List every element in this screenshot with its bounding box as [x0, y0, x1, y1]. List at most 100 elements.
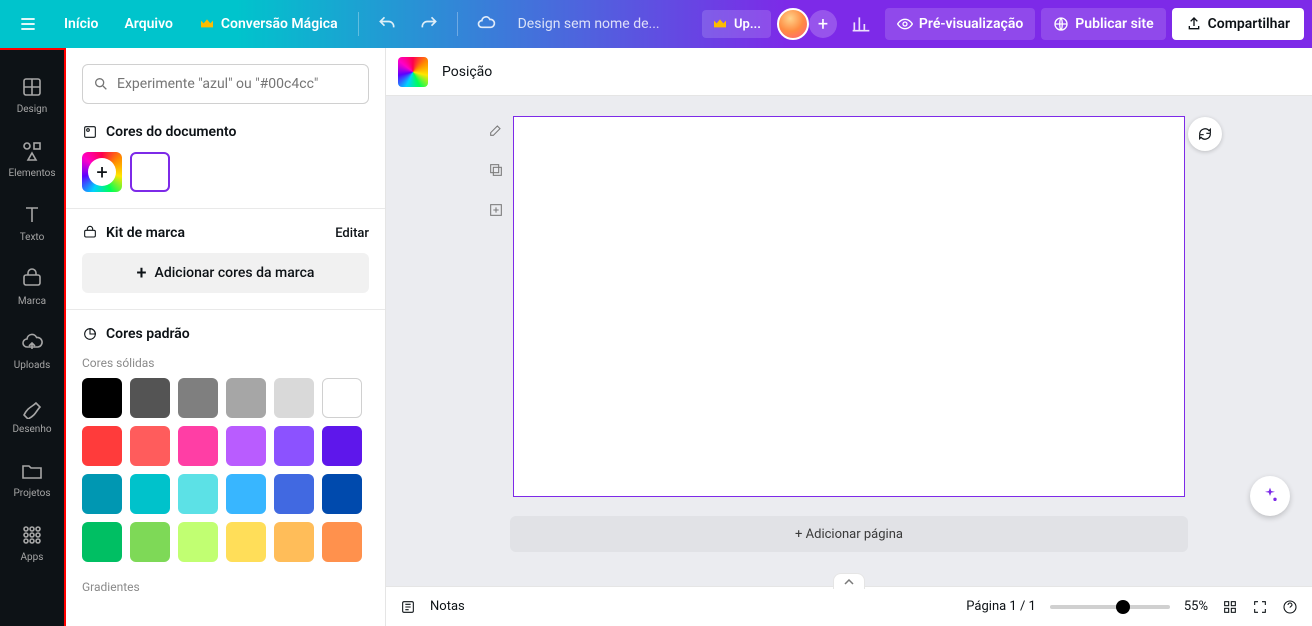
- cloud-sync-icon[interactable]: [468, 6, 504, 42]
- color-swatch[interactable]: [178, 378, 218, 418]
- color-swatch[interactable]: [274, 522, 314, 562]
- publish-button[interactable]: Publicar site: [1041, 8, 1165, 40]
- color-swatch[interactable]: [322, 474, 362, 514]
- divider: [457, 12, 458, 36]
- fullscreen-icon[interactable]: [1252, 599, 1268, 615]
- magic-convert-button[interactable]: Conversão Mágica: [189, 16, 348, 32]
- rail-label: Marca: [18, 296, 46, 307]
- color-swatch[interactable]: [322, 426, 362, 466]
- color-swatch[interactable]: [178, 426, 218, 466]
- expand-footer-icon[interactable]: [833, 573, 865, 589]
- color-swatch[interactable]: [274, 426, 314, 466]
- add-brand-colors-button[interactable]: + Adicionar cores da marca: [82, 253, 369, 293]
- brand-kit-header: Kit de marca: [82, 225, 185, 241]
- rail-label: Apps: [21, 552, 44, 563]
- color-swatch[interactable]: [82, 522, 122, 562]
- regenerate-button[interactable]: [1188, 117, 1222, 151]
- zoom-slider[interactable]: [1050, 605, 1170, 609]
- color-picker-chip[interactable]: [398, 57, 428, 87]
- rail-projects[interactable]: Projetos: [2, 448, 62, 510]
- color-swatch[interactable]: [226, 522, 266, 562]
- add-member-button[interactable]: +: [809, 10, 837, 38]
- canvas-area[interactable]: + Adicionar página: [386, 96, 1312, 586]
- color-swatch[interactable]: [82, 378, 122, 418]
- color-swatch[interactable]: [322, 522, 362, 562]
- notes-button[interactable]: Notas: [430, 599, 465, 614]
- help-icon[interactable]: [1282, 599, 1298, 615]
- share-button[interactable]: Compartilhar: [1172, 8, 1304, 40]
- add-color-swatch[interactable]: +: [82, 152, 122, 192]
- canvas-page[interactable]: [513, 116, 1185, 497]
- rail-text[interactable]: Texto: [2, 192, 62, 254]
- file-menu[interactable]: Arquivo: [114, 16, 182, 32]
- color-swatch[interactable]: [130, 426, 170, 466]
- gradients-label: Gradientes: [82, 580, 369, 594]
- rail-draw[interactable]: Desenho: [2, 384, 62, 446]
- upgrade-label: Up...: [734, 17, 761, 32]
- rail-uploads[interactable]: Uploads: [2, 320, 62, 382]
- add-tool-icon[interactable]: [482, 196, 510, 224]
- position-button[interactable]: Posição: [442, 64, 492, 80]
- section-label: Kit de marca: [106, 225, 185, 241]
- home-link[interactable]: Início: [54, 16, 108, 32]
- doc-colors-header: Cores do documento: [82, 124, 369, 140]
- rail-label: Uploads: [14, 360, 50, 371]
- zoom-value[interactable]: 55%: [1184, 599, 1208, 614]
- color-swatch[interactable]: [178, 474, 218, 514]
- color-grid: [82, 378, 369, 562]
- rail-label: Texto: [20, 232, 45, 243]
- doc-color-white[interactable]: [130, 152, 170, 192]
- color-swatch[interactable]: [130, 522, 170, 562]
- rail-label: Desenho: [12, 424, 51, 435]
- preview-label: Pré-visualização: [919, 16, 1023, 32]
- color-panel: Cores do documento + Kit de marca Editar…: [66, 48, 386, 626]
- analytics-button[interactable]: [843, 6, 879, 42]
- hamburger-menu[interactable]: [8, 4, 48, 44]
- color-swatch[interactable]: [130, 378, 170, 418]
- color-swatch[interactable]: [82, 426, 122, 466]
- top-bar: Início Arquivo Conversão Mágica Design s…: [0, 0, 1312, 48]
- page-counter: Página 1 / 1: [966, 599, 1036, 614]
- notes-icon: [400, 599, 416, 615]
- share-label: Compartilhar: [1208, 16, 1290, 32]
- color-swatch[interactable]: [274, 474, 314, 514]
- ai-assistant-button[interactable]: [1250, 476, 1290, 516]
- color-swatch[interactable]: [226, 426, 266, 466]
- rail-label: Projetos: [13, 488, 50, 499]
- color-search[interactable]: [82, 64, 369, 104]
- canvas-wrap: Posição + Adicionar página Nota: [386, 48, 1312, 626]
- color-swatch[interactable]: [226, 378, 266, 418]
- document-title[interactable]: Design sem nome de...: [510, 16, 696, 32]
- rail-label: Design: [17, 104, 48, 115]
- edit-tool-icon[interactable]: [482, 116, 510, 144]
- rail-elements[interactable]: Elementos: [2, 128, 62, 190]
- solid-colors-label: Cores sólidas: [82, 356, 369, 370]
- color-swatch[interactable]: [82, 474, 122, 514]
- color-swatch[interactable]: [322, 378, 362, 418]
- upgrade-button[interactable]: Up...: [702, 10, 771, 38]
- grid-view-icon[interactable]: [1222, 599, 1238, 615]
- color-swatch[interactable]: [226, 474, 266, 514]
- section-label: Cores padrão: [106, 326, 190, 342]
- preview-button[interactable]: Pré-visualização: [885, 8, 1035, 40]
- color-swatch[interactable]: [130, 474, 170, 514]
- publish-label: Publicar site: [1075, 16, 1153, 32]
- rail-design[interactable]: Design: [2, 64, 62, 126]
- rail-apps[interactable]: Apps: [2, 512, 62, 574]
- color-swatch[interactable]: [178, 522, 218, 562]
- duplicate-tool-icon[interactable]: [482, 156, 510, 184]
- undo-button[interactable]: [369, 6, 405, 42]
- section-label: Cores do documento: [106, 124, 236, 140]
- left-rail: Design Elementos Texto Marca Uploads Des…: [0, 48, 66, 626]
- rail-brand[interactable]: Marca: [2, 256, 62, 318]
- color-swatch[interactable]: [274, 378, 314, 418]
- search-input[interactable]: [117, 76, 358, 92]
- add-brand-label: Adicionar cores da marca: [155, 265, 315, 281]
- avatar[interactable]: [777, 8, 809, 40]
- magic-label: Conversão Mágica: [221, 16, 338, 32]
- redo-button[interactable]: [411, 6, 447, 42]
- rail-label: Elementos: [8, 168, 55, 179]
- add-page-button[interactable]: + Adicionar página: [510, 516, 1188, 552]
- default-colors-header: Cores padrão: [82, 326, 369, 342]
- edit-brand-link[interactable]: Editar: [335, 226, 369, 241]
